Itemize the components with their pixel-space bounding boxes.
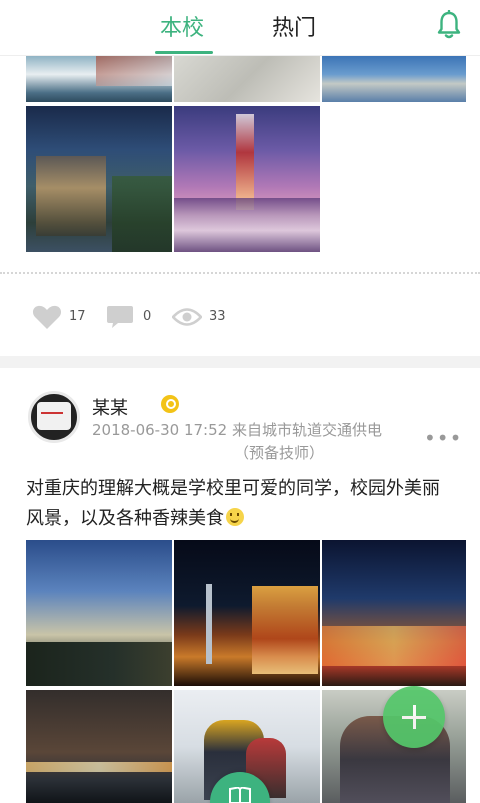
heart-icon[interactable] bbox=[32, 304, 62, 330]
post2-image-3[interactable] bbox=[322, 540, 466, 686]
avatar[interactable] bbox=[28, 391, 80, 443]
likes-count: 17 bbox=[69, 309, 86, 324]
post2-image-4[interactable] bbox=[26, 690, 172, 803]
top-tab-bar: 本校 热门 bbox=[0, 0, 480, 56]
tab-hot[interactable]: 热门 bbox=[272, 10, 316, 56]
active-tab-indicator bbox=[155, 51, 213, 54]
smile-emoji-icon bbox=[226, 508, 244, 526]
more-options-icon[interactable]: ••• bbox=[424, 426, 462, 450]
book-icon bbox=[229, 787, 251, 803]
post2-image-2[interactable] bbox=[174, 540, 320, 686]
post-source-role: （预备技师） bbox=[234, 444, 325, 462]
post-timestamp: 2018-06-30 17:52 bbox=[92, 421, 228, 439]
eye-icon[interactable] bbox=[172, 304, 202, 330]
avatar-image bbox=[37, 402, 71, 430]
post-username[interactable]: 某某 bbox=[92, 394, 128, 420]
post1-image-2[interactable] bbox=[174, 56, 320, 102]
post-content: 对重庆的理解大概是学校里可爱的同学，校园外美丽风景，以及各种香辣美食 bbox=[26, 474, 456, 534]
bell-icon[interactable] bbox=[436, 10, 462, 40]
post1-image-1[interactable] bbox=[26, 56, 172, 102]
post1-action-row: 17 0 33 bbox=[0, 300, 480, 332]
verified-badge-icon bbox=[161, 395, 179, 413]
post1-image-4[interactable] bbox=[26, 106, 172, 252]
views-count: 33 bbox=[209, 309, 226, 324]
post-separator bbox=[0, 356, 480, 368]
post1-image-5[interactable] bbox=[174, 106, 320, 252]
tab-local-school[interactable]: 本校 bbox=[160, 10, 204, 56]
comments-count: 0 bbox=[143, 309, 152, 324]
feed-page: 本校 热门 17 0 33 某某 2018-06-30 17:52 来自城市轨道… bbox=[0, 0, 480, 803]
post2-image-1[interactable] bbox=[26, 540, 172, 686]
post-source: 来自城市轨道交通供电 bbox=[231, 421, 382, 439]
post-divider bbox=[0, 272, 480, 274]
comment-icon[interactable] bbox=[106, 304, 134, 330]
post-meta: 2018-06-30 17:52 来自城市轨道交通供电 bbox=[92, 420, 412, 440]
post1-image-3[interactable] bbox=[322, 56, 466, 102]
add-post-button[interactable] bbox=[383, 686, 445, 748]
